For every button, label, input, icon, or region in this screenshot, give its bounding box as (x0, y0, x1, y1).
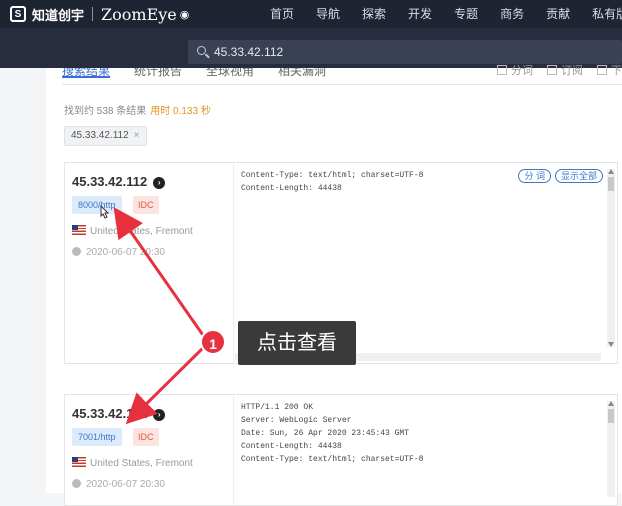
idc-tag[interactable]: IDC (133, 196, 159, 214)
search-icon[interactable] (197, 46, 206, 55)
result-ip[interactable]: 45.33.42.112 › (72, 406, 166, 421)
nav-private[interactable]: 私有版 (592, 0, 622, 28)
us-flag-icon (72, 457, 86, 467)
knownsec-logo-icon: S (10, 6, 26, 22)
banner-scrollbar[interactable] (607, 169, 615, 347)
scroll-thumb[interactable] (608, 177, 614, 191)
banner-buttons: 分 词 显示全部 (514, 169, 603, 183)
tool-tokenize[interactable]: 分词 (497, 62, 533, 78)
search-query[interactable]: 45.33.42.112 (214, 45, 283, 59)
nav-explore[interactable]: 探索 (362, 0, 386, 28)
idc-tag[interactable]: IDC (133, 428, 159, 446)
nav-develop[interactable]: 开发 (408, 0, 432, 28)
scroll-up-icon[interactable] (608, 401, 614, 406)
nav-guide[interactable]: 导航 (316, 0, 340, 28)
annotation-callout: 1 点击查看 (200, 321, 358, 367)
result-tabs: 搜索结果 统计报告 全球视角 相关漏洞 (62, 68, 350, 84)
filter-chip[interactable]: 45.33.42.112 × (64, 126, 147, 146)
tab-search-results[interactable]: 搜索结果 (62, 68, 111, 78)
scroll-thumb[interactable] (608, 409, 614, 423)
clock-icon (72, 479, 81, 488)
us-flag-icon (72, 225, 86, 235)
search-input[interactable]: 45.33.42.112 (188, 40, 622, 64)
top-navbar: S 知道创宇 ZoomEye ◉ 首页 导航 探索 开发 专题 商务 贡献 私有… (0, 0, 622, 28)
port-tag[interactable]: 7001/http (72, 428, 122, 446)
tab-statistics[interactable]: 统计报告 (134, 68, 182, 78)
tab-global-view[interactable]: 全球视角 (206, 68, 254, 78)
step-number-badge: 1 (200, 329, 226, 355)
tool-subscribe[interactable]: 订阅 (547, 62, 583, 78)
logo-en-text: ZoomEye (101, 4, 177, 24)
close-icon[interactable]: × (134, 130, 140, 141)
result-banner: HTTP/1.1 200 OK Server: WebLogic Server … (241, 403, 424, 464)
tab-related-vulns[interactable]: 相关漏洞 (278, 68, 326, 78)
filter-chip-label: 45.33.42.112 (71, 130, 129, 141)
nav-contribute[interactable]: 贡献 (546, 0, 570, 28)
result-location[interactable]: United States, Fremont (72, 457, 193, 469)
result-card-info: 45.33.42.112 › 7001/http IDC United State… (65, 395, 234, 505)
left-gutter (0, 68, 46, 493)
result-date: 2020-06-07 20:30 (72, 247, 165, 258)
scroll-up-icon[interactable] (608, 169, 614, 174)
result-stats: 找到约 538 条结果 用时 0.133 秒 (64, 102, 211, 117)
result-ip[interactable]: 45.33.42.112 › (72, 174, 166, 189)
logo-divider (92, 7, 94, 21)
query-time: 用时 0.133 秒 (150, 106, 211, 117)
show-all-button[interactable]: 显示全部 (554, 169, 603, 183)
goto-arrow-icon[interactable]: › (153, 177, 166, 189)
logo-cn-text: 知道创宇 (32, 7, 85, 23)
tool-download[interactable]: 下载 (597, 62, 622, 78)
result-tools: 分词 订阅 下载 (497, 62, 622, 78)
port-tag[interactable]: 8000/http (72, 196, 122, 214)
zoomeye-logo[interactable]: S 知道创宇 ZoomEye ◉ (10, 4, 189, 24)
result-location[interactable]: United States, Fremont (72, 225, 193, 237)
result-date: 2020-06-07 20:30 (72, 479, 165, 490)
tokenize-button[interactable]: 分 词 (518, 169, 551, 183)
nav-home[interactable]: 首页 (270, 0, 294, 28)
callout-text: 点击查看 (238, 321, 356, 365)
result-count: 找到约 538 条结果 (64, 106, 147, 117)
scroll-down-icon[interactable] (608, 342, 614, 347)
main-nav: 首页 导航 探索 开发 专题 商务 贡献 私有版 (270, 0, 622, 28)
banner-scrollbar[interactable] (607, 401, 615, 497)
clock-icon (72, 247, 81, 256)
goto-arrow-icon[interactable]: › (153, 409, 166, 421)
result-card: 45.33.42.112 › 7001/http IDC United State… (64, 394, 618, 506)
nav-business[interactable]: 商务 (500, 0, 524, 28)
tab-divider (62, 84, 622, 85)
eye-icon: ◉ (179, 8, 190, 21)
nav-topics[interactable]: 专题 (454, 0, 478, 28)
